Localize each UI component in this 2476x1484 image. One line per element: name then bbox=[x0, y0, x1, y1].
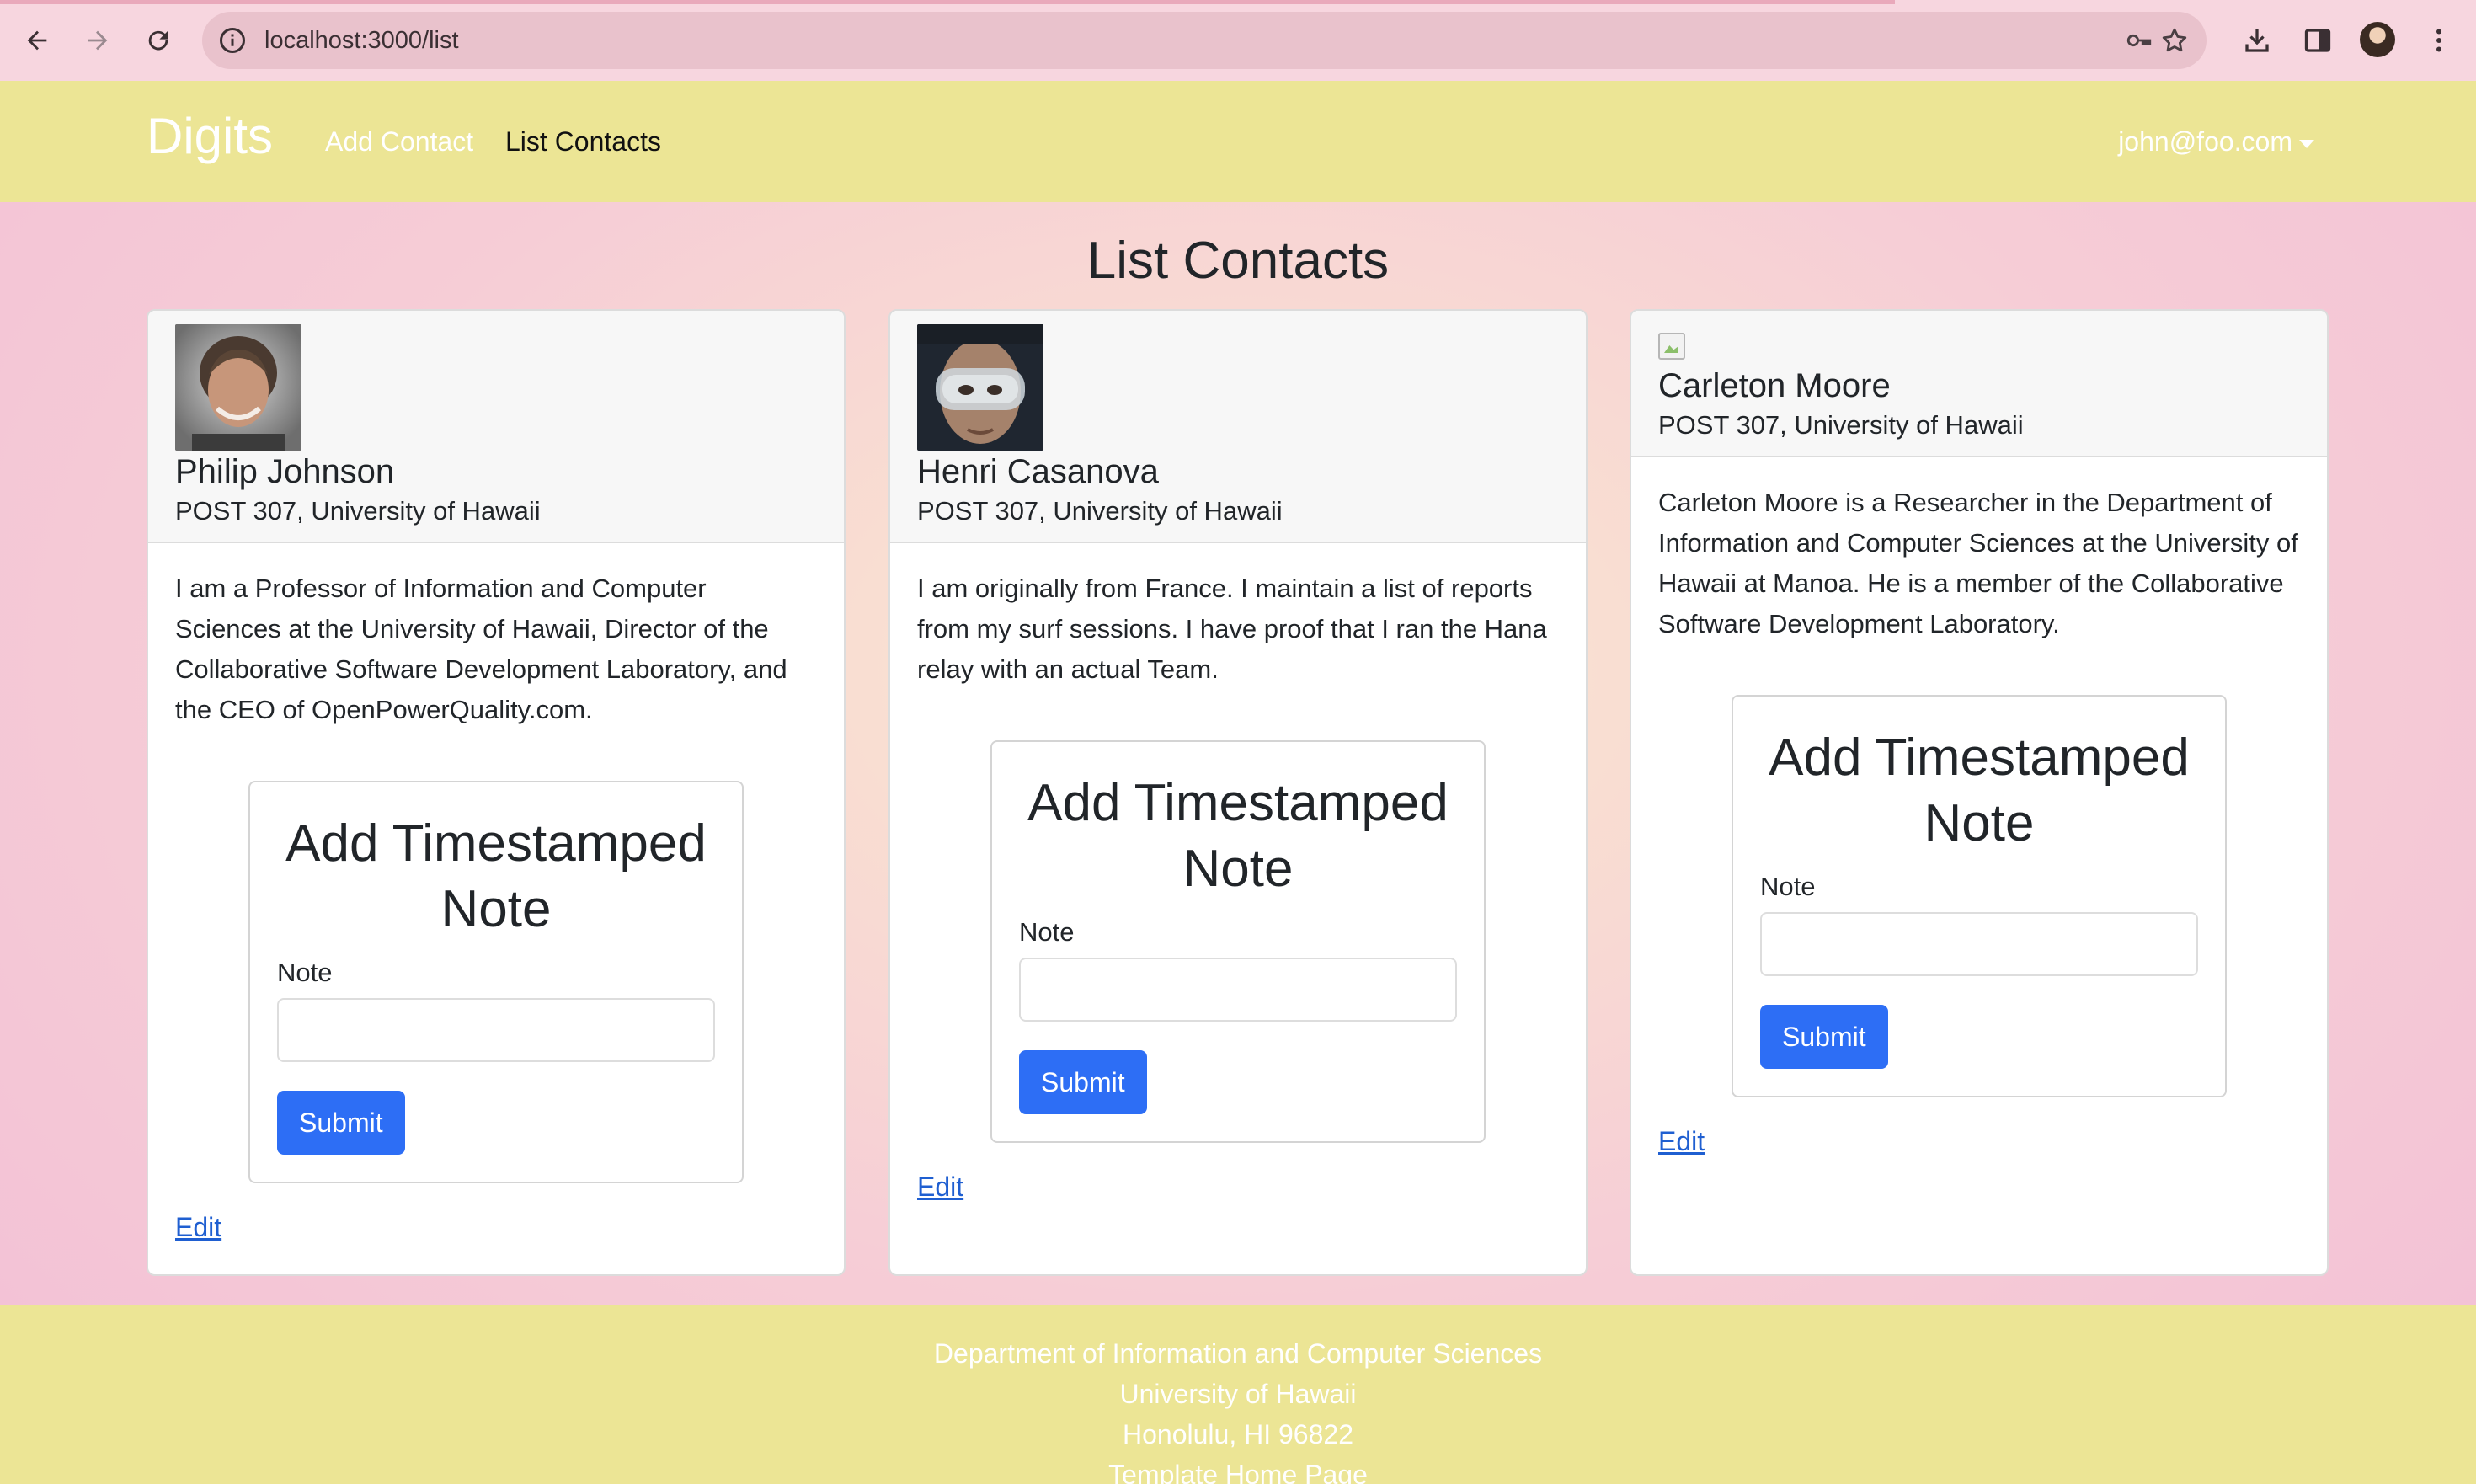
page-footer: Department of Information and Computer S… bbox=[0, 1305, 2476, 1484]
download-icon[interactable] bbox=[2237, 20, 2277, 61]
footer-template-link[interactable]: Template Home Page bbox=[1108, 1460, 1368, 1484]
edit-link[interactable]: Edit bbox=[917, 1172, 963, 1203]
edit-link[interactable]: Edit bbox=[1658, 1126, 1705, 1157]
card-header: Henri Casanova POST 307, University of H… bbox=[890, 311, 1586, 543]
forward-arrow-icon[interactable] bbox=[74, 17, 121, 64]
browser-toolbar: localhost:3000/list bbox=[0, 0, 2476, 81]
submit-button[interactable]: Submit bbox=[1019, 1050, 1147, 1114]
page-title: List Contacts bbox=[1086, 232, 1390, 290]
note-label: Note bbox=[1760, 872, 1816, 901]
page-load-progress bbox=[0, 0, 1895, 4]
note-form-title: Add Timestamped Note bbox=[1769, 729, 2190, 852]
contact-name: Henri Casanova bbox=[917, 453, 1159, 490]
contact-photo bbox=[917, 324, 1043, 451]
contact-name: Carleton Moore bbox=[1658, 367, 1891, 404]
note-input[interactable] bbox=[1019, 958, 1457, 1022]
add-note-form: Add Timestamped Note Note Submit bbox=[990, 740, 1486, 1143]
nav-add-contact[interactable]: Add Contact bbox=[325, 125, 473, 158]
footer-university: University of Hawaii bbox=[1119, 1379, 1357, 1409]
profile-avatar[interactable] bbox=[2360, 22, 2395, 57]
submit-button[interactable]: Submit bbox=[1760, 1005, 1888, 1069]
submit-button[interactable]: Submit bbox=[277, 1091, 405, 1155]
card-header: Philip Johnson POST 307, University of H… bbox=[148, 311, 844, 543]
contact-description: Carleton Moore is a Researcher in the De… bbox=[1658, 488, 2298, 638]
reload-icon[interactable] bbox=[135, 17, 182, 64]
star-icon[interactable] bbox=[2158, 24, 2191, 57]
address-bar[interactable]: localhost:3000/list bbox=[202, 12, 2207, 69]
card-header: Carleton Moore POST 307, University of H… bbox=[1631, 311, 2327, 457]
card-body: Carleton Moore is a Researcher in the De… bbox=[1631, 457, 2327, 1157]
contact-card: Henri Casanova POST 307, University of H… bbox=[888, 309, 1588, 1276]
note-form-title: Add Timestamped Note bbox=[1027, 774, 1449, 898]
contact-description: I am originally from France. I maintain … bbox=[917, 574, 1547, 684]
add-note-form: Add Timestamped Note Note Submit bbox=[1732, 695, 2227, 1097]
site-info-icon[interactable] bbox=[217, 25, 248, 56]
menu-kebab-icon[interactable] bbox=[2419, 20, 2459, 61]
note-input[interactable] bbox=[1760, 912, 2198, 976]
brand-logo[interactable]: Digits bbox=[147, 106, 273, 167]
contact-card: Carleton Moore POST 307, University of H… bbox=[1630, 309, 2329, 1276]
card-body: I am a Professor of Information and Comp… bbox=[148, 543, 844, 1243]
edit-link[interactable]: Edit bbox=[175, 1212, 221, 1243]
url-text[interactable]: localhost:3000/list bbox=[264, 24, 459, 57]
contact-address: POST 307, University of Hawaii bbox=[175, 496, 541, 526]
back-arrow-icon[interactable] bbox=[13, 17, 61, 64]
note-label: Note bbox=[1019, 917, 1075, 947]
nav-list-contacts[interactable]: List Contacts bbox=[505, 125, 661, 158]
contact-card: Philip Johnson POST 307, University of H… bbox=[147, 309, 846, 1276]
card-body: I am originally from France. I maintain … bbox=[890, 543, 1586, 1203]
contact-name: Philip Johnson bbox=[175, 453, 395, 490]
chevron-down-icon bbox=[2299, 139, 2314, 148]
key-icon[interactable] bbox=[2122, 24, 2156, 57]
contact-address: POST 307, University of Hawaii bbox=[917, 496, 1283, 526]
footer-department: Department of Information and Computer S… bbox=[933, 1338, 1543, 1369]
user-dropdown[interactable]: john@foo.com bbox=[2118, 125, 2314, 158]
footer-city: Honolulu, HI 96822 bbox=[1123, 1419, 1353, 1449]
app-navbar: Digits Add Contact List Contacts john@fo… bbox=[0, 81, 2476, 202]
broken-image-icon bbox=[1658, 333, 1685, 360]
note-form-title: Add Timestamped Note bbox=[285, 814, 707, 938]
sidepanel-icon[interactable] bbox=[2297, 20, 2338, 61]
contact-description: I am a Professor of Information and Comp… bbox=[175, 574, 787, 724]
contact-photo bbox=[175, 324, 301, 451]
note-input[interactable] bbox=[277, 998, 715, 1062]
contact-address: POST 307, University of Hawaii bbox=[1658, 410, 2024, 440]
note-label: Note bbox=[277, 958, 333, 987]
user-email: john@foo.com bbox=[2118, 126, 2292, 157]
add-note-form: Add Timestamped Note Note Submit bbox=[248, 781, 744, 1183]
